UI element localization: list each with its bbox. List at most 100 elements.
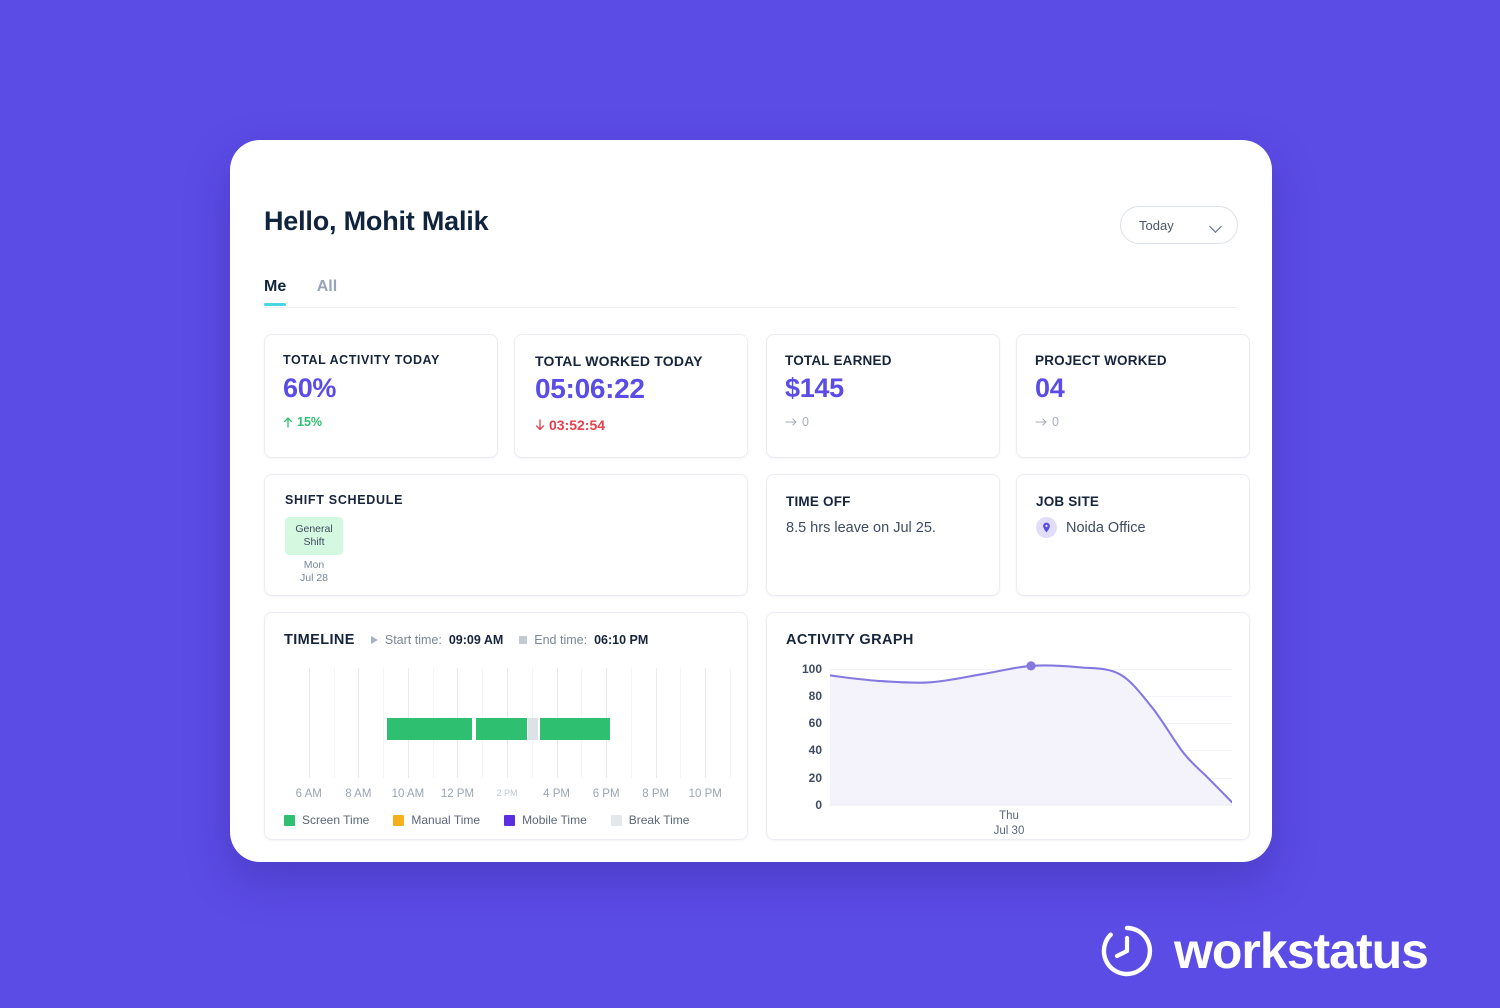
legend-label: Break Time — [628, 813, 690, 827]
y-tick-label: 60 — [808, 716, 822, 731]
timeline-x-axis: 6 AM 8 AM 10 AM 12 PM 2 PM 4 PM 6 PM 8 PM 10 PM — [284, 788, 730, 804]
start-time-label: Start time: — [384, 633, 442, 647]
stat-value: $145 — [785, 373, 844, 403]
legend-label: Manual Time — [411, 813, 481, 827]
job-site-name: Noida Office — [1066, 519, 1146, 536]
tab-me[interactable]: Me — [264, 278, 287, 306]
shift-schedule-label: SHIFT SCHEDULE — [285, 493, 404, 507]
stat-delta-value: 15% — [297, 415, 323, 429]
shift-schedule-card[interactable]: SHIFT SCHEDULE General Shift Mon Jul 28 — [264, 474, 748, 596]
legend-label: Mobile Time — [522, 813, 587, 827]
activity-graph-canvas[interactable] — [830, 655, 1232, 806]
play-icon — [370, 636, 378, 644]
x-label-date: Jul 30 — [993, 825, 1025, 837]
y-tick-label: 80 — [808, 688, 822, 703]
job-site-row: Noida Office — [1036, 517, 1146, 538]
stat-delta: 15% — [283, 415, 322, 429]
stat-delta-value: 03:52:54 — [549, 417, 606, 433]
dashboard-header: Hello, Mohit Malik Today — [264, 204, 1238, 252]
job-site-card[interactable]: JOB SITE Noida Office — [1016, 474, 1250, 596]
shift-date-value: Jul 28 — [299, 572, 329, 584]
location-pin-icon — [1036, 517, 1057, 538]
timeline-plot — [284, 668, 731, 778]
stat-delta: 0 — [785, 415, 809, 429]
y-tick-label: 100 — [801, 661, 822, 676]
stop-icon — [519, 636, 528, 644]
activity-graph-y-axis: 0 20 40 60 80 100 — [786, 655, 822, 812]
x-tick-label: 12 PM — [440, 788, 475, 800]
stat-value: 04 — [1035, 373, 1065, 403]
legend-item: Mobile Time — [504, 813, 587, 827]
stat-value: 05:06:22 — [535, 373, 645, 404]
legend-label: Screen Time — [302, 813, 370, 827]
shift-weekday: Mon — [303, 559, 325, 571]
activity-graph-title: ACTIVITY GRAPH — [786, 632, 914, 648]
timeline-segment[interactable] — [386, 718, 473, 740]
stat-label: PROJECT WORKED — [1035, 353, 1167, 368]
time-off-text: 8.5 hrs leave on Jul 25. — [786, 520, 936, 536]
job-site-label: JOB SITE — [1036, 494, 1100, 509]
legend-item: Break Time — [610, 813, 690, 827]
timeline-segment[interactable] — [476, 718, 527, 740]
stat-card-total-activity[interactable]: TOTAL ACTIVITY TODAY 60% 15% — [264, 334, 498, 458]
x-tick-label: 10 AM — [391, 788, 425, 800]
tab-all[interactable]: All — [317, 278, 337, 305]
activity-graph-plot: 0 20 40 60 80 100 — [786, 655, 1232, 812]
x-tick-label: 10 PM — [688, 788, 722, 800]
screenshot-root: Hello, Mohit Malik Today Me All TOTAL AC… — [0, 0, 1500, 1008]
timeline-title: TIMELINE — [284, 632, 355, 648]
y-tick-label: 20 — [808, 770, 822, 785]
chevron-down-icon — [1211, 222, 1223, 229]
legend-swatch — [610, 814, 622, 826]
arrow-up-icon — [283, 416, 293, 428]
brand-name: workstatus — [1174, 923, 1429, 979]
legend-swatch — [393, 814, 405, 826]
stat-card-total-worked[interactable]: TOTAL WORKED TODAY 05:06:22 03:52:54 — [514, 334, 748, 458]
timeline-segment[interactable] — [528, 718, 538, 740]
stat-delta: 03:52:54 — [535, 417, 605, 433]
gridline — [830, 805, 1232, 806]
shift-badge[interactable]: General Shift — [285, 517, 343, 555]
legend-swatch — [504, 814, 516, 826]
date-range-select[interactable]: Today — [1120, 206, 1238, 244]
activity-graph-x-label: Thu Jul 30 — [786, 809, 1232, 839]
workstatus-timer-icon — [1101, 925, 1153, 977]
x-label-weekday: Thu — [999, 810, 1019, 822]
shift-date: Mon Jul 28 — [285, 559, 343, 585]
arrow-right-icon — [785, 418, 797, 426]
stat-label: TOTAL ACTIVITY TODAY — [283, 353, 440, 367]
legend-swatch — [284, 814, 295, 826]
time-off-label: TIME OFF — [786, 494, 851, 509]
timeline-card: TIMELINE Start time: 09:09 AM End time: … — [264, 612, 748, 840]
dashboard-panel: Hello, Mohit Malik Today Me All TOTAL AC… — [230, 140, 1272, 862]
stat-delta-value: 0 — [1052, 415, 1059, 429]
stat-label: TOTAL WORKED TODAY — [535, 353, 703, 369]
gridline — [730, 668, 731, 778]
x-tick-label: 6 PM — [592, 788, 620, 800]
data-point-marker[interactable] — [1026, 661, 1036, 671]
timeline-legend: Screen Time Manual Time Mobile Time Break T… — [284, 813, 689, 827]
end-time-label: End time: — [534, 633, 588, 647]
time-off-card[interactable]: TIME OFF 8.5 hrs leave on Jul 25. — [766, 474, 1000, 596]
x-tick-label: 8 PM — [642, 788, 670, 800]
arrow-right-icon — [1035, 418, 1047, 426]
start-time-value: 09:09 AM — [448, 633, 504, 647]
activity-line-chart — [830, 661, 1232, 805]
shift-name-line1: General — [295, 523, 333, 535]
x-tick-label: 6 AM — [295, 788, 322, 800]
timeline-segment[interactable] — [540, 718, 610, 740]
x-tick-label: 2 PM — [496, 788, 518, 798]
stat-card-project-worked[interactable]: PROJECT WORKED 04 0 — [1016, 334, 1250, 458]
timeline-start: Start time: 09:09 AM — [370, 633, 504, 647]
legend-item: Manual Time — [393, 813, 480, 827]
stat-value: 60% — [283, 373, 337, 403]
stat-delta: 0 — [1035, 415, 1059, 429]
timeline-end: End time: 06:10 PM — [519, 633, 648, 647]
date-range-value: Today — [1139, 217, 1174, 233]
end-time-value: 06:10 PM — [594, 633, 649, 647]
stat-card-total-earned[interactable]: TOTAL EARNED $145 0 — [766, 334, 1000, 458]
timeline-bars[interactable] — [284, 718, 730, 740]
x-tick-label: 4 PM — [543, 788, 570, 800]
y-tick-label: 40 — [808, 743, 822, 758]
stat-delta-value: 0 — [802, 415, 809, 429]
